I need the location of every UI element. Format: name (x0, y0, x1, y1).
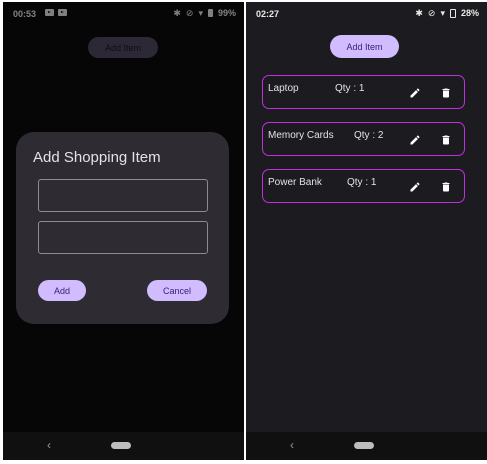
pencil-icon[interactable] (406, 131, 424, 149)
item-name: Memory Cards (268, 130, 334, 141)
add-item-button[interactable]: Add Item (330, 35, 399, 58)
item-name: Laptop (268, 83, 299, 94)
pencil-icon[interactable] (406, 178, 424, 196)
back-icon[interactable]: ‹ (290, 438, 294, 452)
item-name-field[interactable] (38, 179, 208, 212)
bluetooth-icon: ✱ (415, 7, 423, 18)
add-item-dialog: Add Shopping Item Add Cancel (16, 132, 229, 324)
shopping-item-card: Power Bank Qty : 1 (262, 169, 465, 203)
cancel-button[interactable]: Cancel (147, 280, 207, 301)
battery-icon (449, 8, 456, 18)
shopping-item-card: Laptop Qty : 1 (262, 75, 465, 109)
bell-off-icon: ⊘ (427, 7, 436, 18)
item-quantity-field[interactable] (38, 221, 208, 254)
navigation-bar: ‹ (246, 432, 487, 460)
phone-screen-item-list: 02:27 ✱ ⊘ ▾ 28% Add Item Laptop Qty : 1 … (246, 2, 487, 460)
item-quantity: Qty : 1 (347, 177, 377, 188)
home-pill-icon[interactable] (111, 442, 131, 449)
phone-screen-add-dialog: 00:53 ✱ ⊘ ▾ 99% Add Item Add Shopping It… (3, 2, 244, 460)
trash-icon[interactable] (437, 84, 455, 102)
battery-percent: 28% (460, 8, 479, 18)
status-icons: ✱ ⊘ ▾ 28% (415, 8, 479, 18)
dialog-title: Add Shopping Item (33, 149, 161, 166)
add-button[interactable]: Add (38, 280, 86, 301)
wifi-icon: ▾ (440, 7, 445, 18)
trash-icon[interactable] (437, 178, 455, 196)
navigation-bar: ‹ (3, 432, 244, 460)
shopping-item-card: Memory Cards Qty : 2 (262, 122, 465, 156)
item-quantity: Qty : 2 (354, 130, 384, 141)
trash-icon[interactable] (437, 131, 455, 149)
item-quantity: Qty : 1 (335, 83, 365, 94)
pencil-icon[interactable] (406, 84, 424, 102)
back-icon[interactable]: ‹ (47, 438, 51, 452)
item-name: Power Bank (268, 177, 322, 188)
home-pill-icon[interactable] (354, 442, 374, 449)
status-bar: 02:27 ✱ ⊘ ▾ 28% (246, 2, 487, 26)
status-time: 02:27 (256, 9, 280, 19)
